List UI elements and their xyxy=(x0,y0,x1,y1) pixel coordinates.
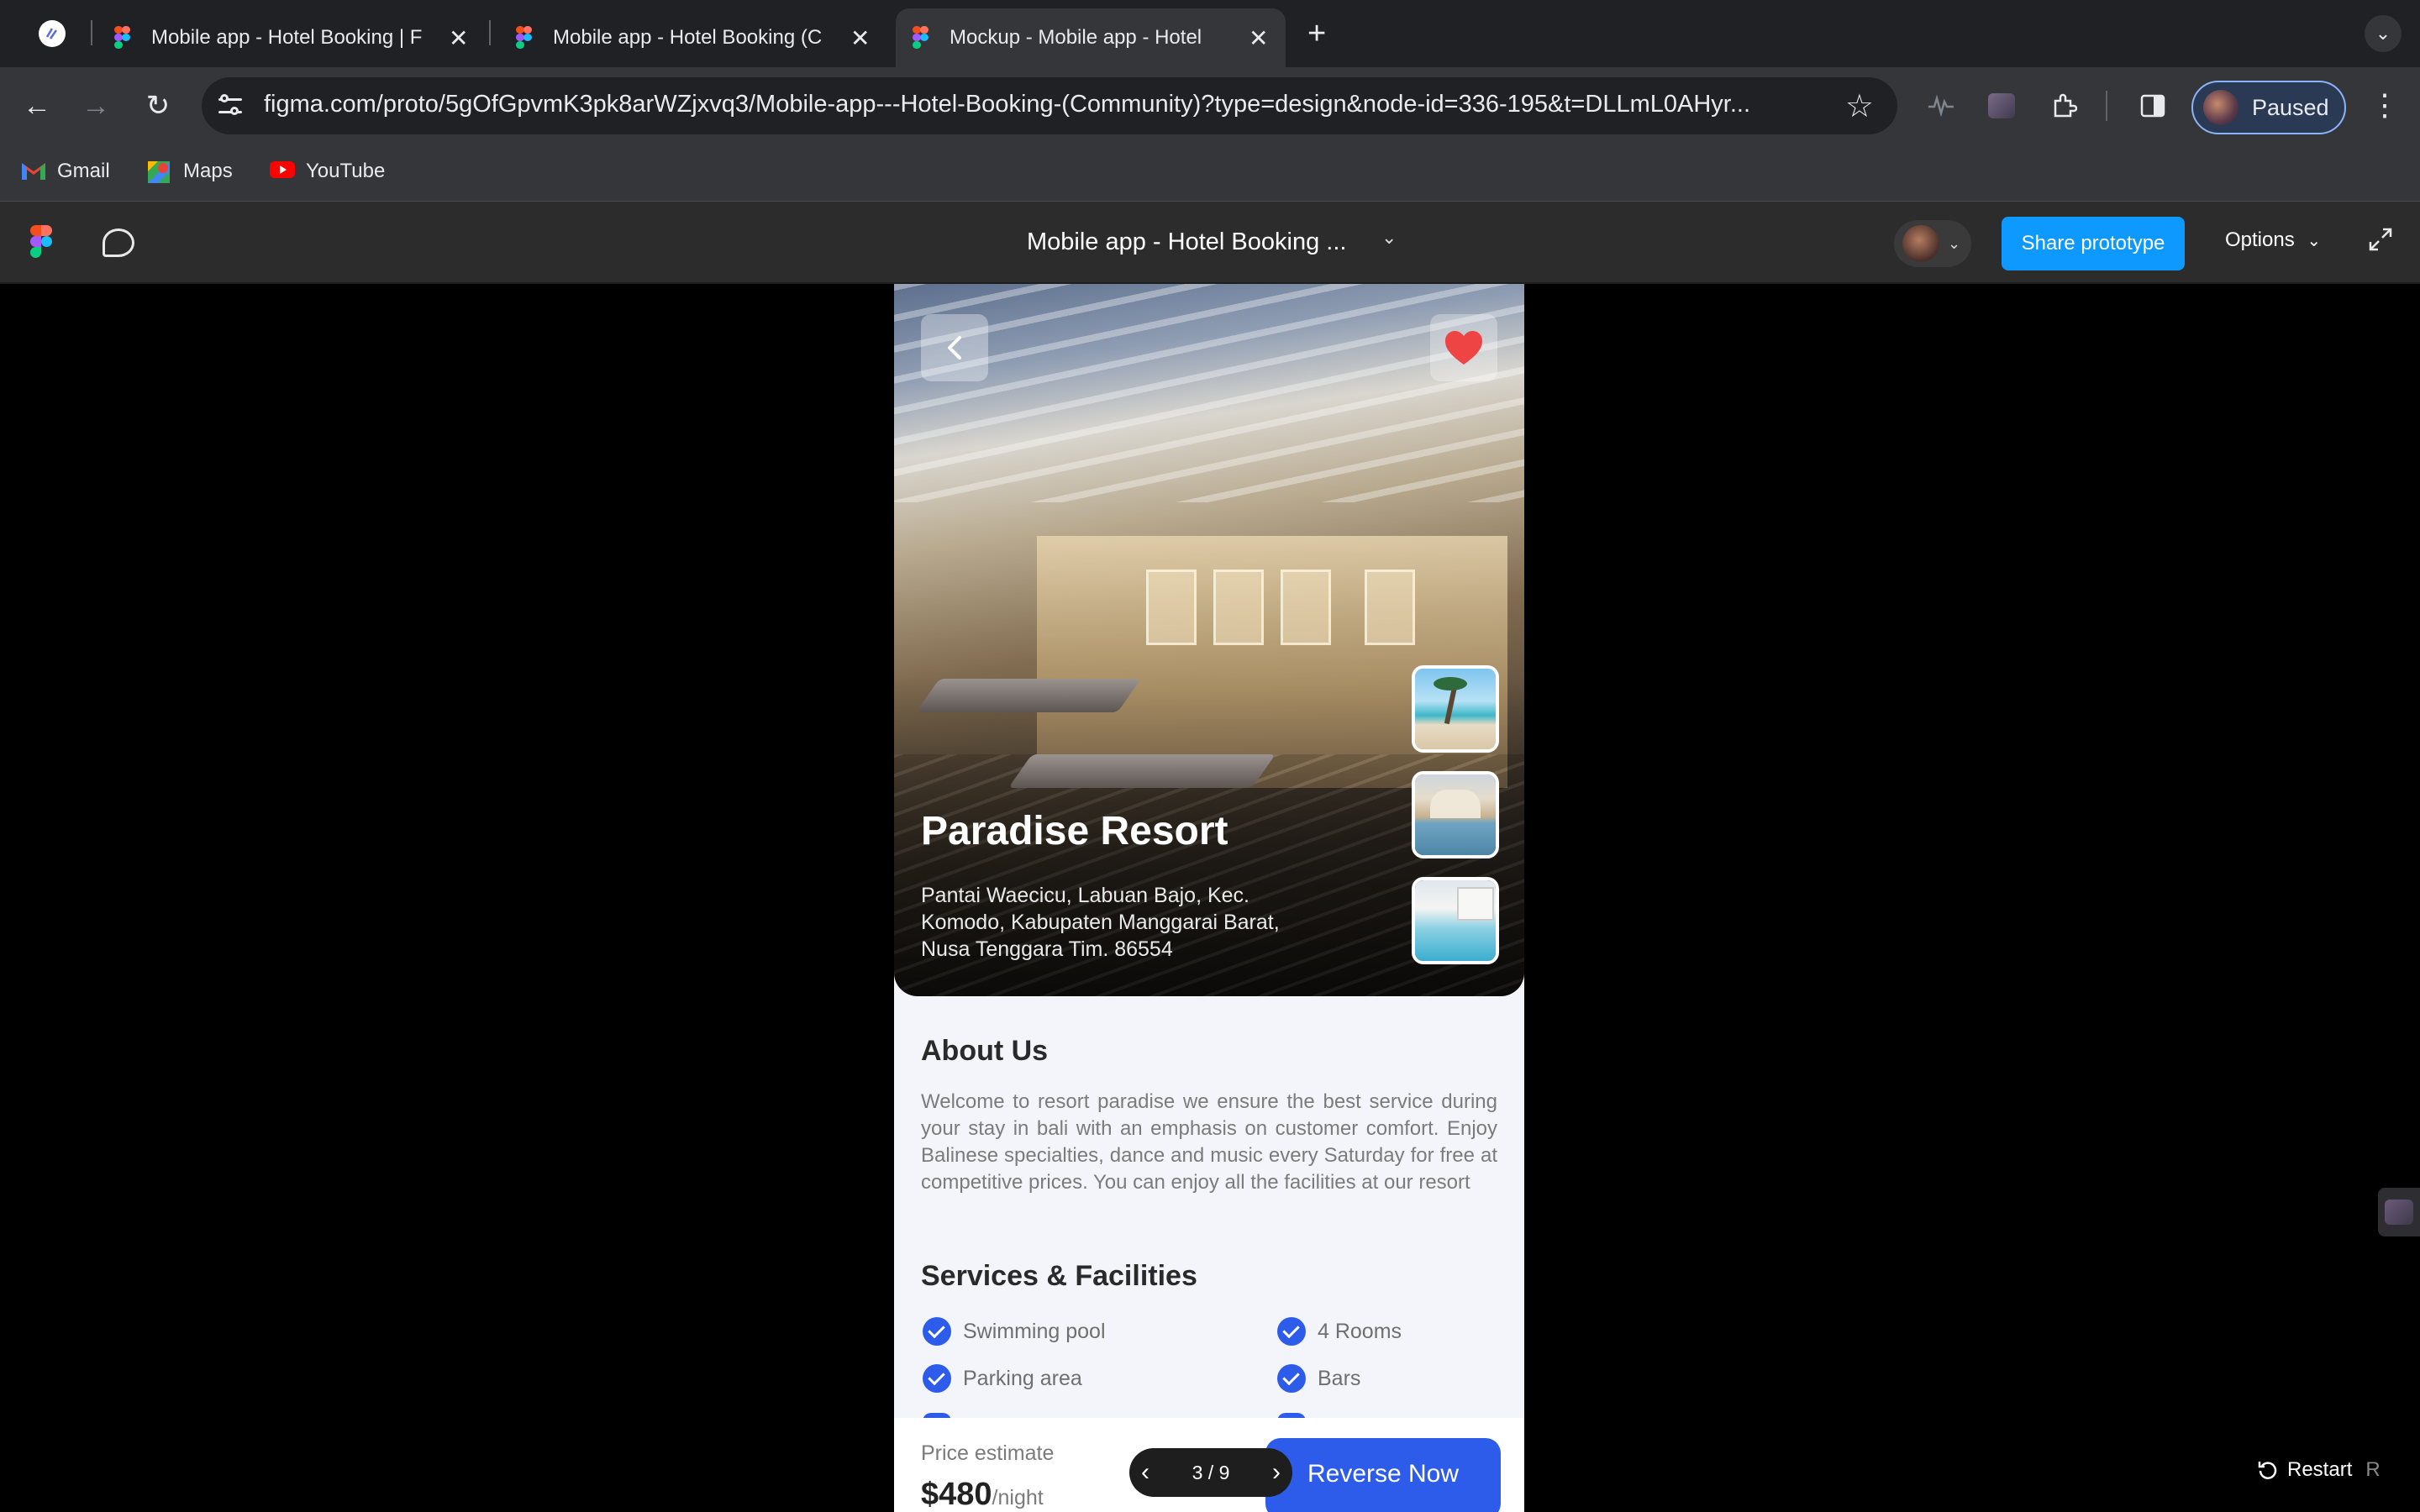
check-circle-icon xyxy=(923,1317,951,1346)
service-item: Swimming pool xyxy=(923,1317,1106,1346)
extension-icon xyxy=(2385,1200,2413,1225)
collaborator-avatar-menu[interactable]: ⌄ xyxy=(1894,220,1971,267)
youtube-icon xyxy=(269,160,296,183)
maps-icon xyxy=(146,160,173,183)
bookmark-youtube[interactable]: YouTube xyxy=(269,160,385,183)
service-label: Bars xyxy=(1318,1366,1361,1390)
service-item: 4 Rooms xyxy=(1277,1317,1402,1346)
back-button[interactable] xyxy=(921,314,988,381)
bookmark-maps[interactable]: Maps xyxy=(146,160,233,183)
close-icon[interactable]: ✕ xyxy=(1249,24,1268,52)
side-panel-icon[interactable] xyxy=(2136,89,2170,123)
bookmarks-bar: Gmail Maps YouTube xyxy=(0,144,2420,202)
bookmark-label: Maps xyxy=(183,160,233,182)
bookmark-gmail[interactable]: Gmail xyxy=(20,160,110,183)
chevron-down-icon[interactable]: ⌄ xyxy=(1381,227,1397,249)
extension-icon[interactable] xyxy=(1985,89,2018,123)
tab-separator xyxy=(489,20,491,45)
gallery-thumbnail[interactable] xyxy=(1412,771,1499,858)
close-icon[interactable]: ✕ xyxy=(850,24,870,52)
hotel-hero-image: Paradise Resort Pantai Waecicu, Labuan B… xyxy=(894,284,1524,996)
address-bar[interactable]: figma.com/proto/5gOfGpvmK3pk8arWZjxvq3/M… xyxy=(202,77,1897,134)
price-value: $480/night xyxy=(921,1477,1044,1512)
previous-frame-icon[interactable]: ‹ xyxy=(1141,1458,1150,1487)
browser-tab-bar: Mobile app - Hotel Booking | F ✕ Mobile … xyxy=(0,0,2420,67)
bookmark-star-icon[interactable]: ☆ xyxy=(1845,87,1874,125)
heart-icon xyxy=(1445,331,1482,365)
restart-button[interactable]: Restart R xyxy=(2257,1458,2381,1482)
services-title: Services & Facilities xyxy=(921,1260,1197,1292)
price-amount: $480 xyxy=(921,1477,992,1512)
pager-count: 3 / 9 xyxy=(1192,1461,1230,1483)
chevron-down-icon: ⌄ xyxy=(1948,234,1961,252)
tab-list-chevron-icon[interactable]: ⌄ xyxy=(2365,15,2402,52)
gallery-thumbnail[interactable] xyxy=(1412,665,1499,753)
price-label: Price estimate xyxy=(921,1441,1055,1465)
hotel-address: Pantai Waecicu, Labuan Bajo, Kec. Komodo… xyxy=(921,884,1280,961)
tab-separator xyxy=(91,20,92,45)
next-frame-icon[interactable]: › xyxy=(1272,1458,1281,1487)
search-tabs-icon[interactable] xyxy=(39,20,66,47)
back-icon[interactable]: ← xyxy=(18,87,55,124)
restart-label: Restart xyxy=(2287,1458,2353,1481)
favorite-button[interactable] xyxy=(1430,314,1497,381)
check-circle-icon xyxy=(1277,1364,1306,1393)
comment-icon[interactable] xyxy=(103,228,134,257)
bookmark-label: Gmail xyxy=(57,160,110,182)
toolbar-separator xyxy=(2106,91,2107,121)
tab-1[interactable]: Mobile app - Hotel Booking | F ✕ xyxy=(113,8,474,67)
hotel-name: Paradise Resort xyxy=(921,809,1228,853)
tab-title: Mockup - Mobile app - Hotel xyxy=(950,26,1202,49)
file-title[interactable]: Mobile app - Hotel Booking ... xyxy=(1027,228,1346,256)
options-label: Options xyxy=(2225,228,2295,251)
new-tab-icon[interactable]: + xyxy=(1307,17,1326,50)
share-prototype-button[interactable]: Share prototype xyxy=(2002,217,2185,270)
frame-pager: ‹ 3 / 9 › xyxy=(1129,1448,1292,1497)
figma-icon xyxy=(113,26,136,50)
close-icon[interactable]: ✕ xyxy=(449,24,468,52)
check-circle-icon xyxy=(923,1364,951,1393)
options-menu[interactable]: Options ⌄ xyxy=(2225,228,2321,252)
site-settings-icon[interactable] xyxy=(217,92,245,119)
figma-logo-icon[interactable] xyxy=(30,225,52,259)
mobile-screen: Paradise Resort Pantai Waecicu, Labuan B… xyxy=(894,284,1524,1512)
extension-side-tab[interactable] xyxy=(2378,1188,2420,1236)
restart-shortcut: R xyxy=(2365,1458,2381,1481)
profile-status: Paused xyxy=(2252,94,2329,120)
about-description: Welcome to resort paradise we ensure the… xyxy=(921,1090,1497,1194)
avatar xyxy=(2203,90,2238,125)
figma-icon xyxy=(514,26,538,50)
activity-icon[interactable] xyxy=(1924,89,1958,123)
check-circle-icon xyxy=(1277,1317,1306,1346)
url-text[interactable]: figma.com/proto/5gOfGpvmK3pk8arWZjxvq3/M… xyxy=(264,91,1750,118)
tab-title: Mobile app - Hotel Booking | F xyxy=(151,26,423,49)
figma-prototype-header: Mobile app - Hotel Booking ... ⌄ ⌄ Share… xyxy=(0,202,2420,284)
fullscreen-icon[interactable] xyxy=(2368,227,2393,252)
chevron-down-icon: ⌄ xyxy=(2307,232,2322,250)
figma-icon xyxy=(911,26,934,50)
gmail-icon xyxy=(20,160,47,183)
about-title: About Us xyxy=(921,1035,1049,1067)
tab-2[interactable]: Mobile app - Hotel Booking (C ✕ xyxy=(514,8,876,67)
reload-icon[interactable]: ↻ xyxy=(139,87,176,124)
avatar xyxy=(1902,225,1939,262)
menu-kebab-icon[interactable]: ⋮ xyxy=(2370,87,2400,123)
price-unit: /night xyxy=(992,1486,1044,1509)
service-label: Parking area xyxy=(963,1366,1082,1390)
profile-button[interactable]: Paused xyxy=(2191,81,2346,134)
extensions-puzzle-icon[interactable] xyxy=(2047,89,2081,123)
forward-icon[interactable]: → xyxy=(77,87,114,124)
tab-3-active[interactable]: Mockup - Mobile app - Hotel ✕ xyxy=(896,8,1286,67)
service-label: 4 Rooms xyxy=(1318,1319,1402,1343)
service-item: Parking area xyxy=(923,1364,1082,1393)
service-item: Bars xyxy=(1277,1364,1360,1393)
service-label: Swimming pool xyxy=(963,1319,1106,1343)
gallery-thumbnail[interactable] xyxy=(1412,877,1499,964)
tab-title: Mobile app - Hotel Booking (C xyxy=(553,26,823,49)
reserve-now-button[interactable]: Reverse Now xyxy=(1265,1438,1501,1512)
restart-icon xyxy=(2258,1462,2277,1479)
chevron-left-icon xyxy=(948,336,961,360)
bookmark-label: YouTube xyxy=(306,160,386,182)
